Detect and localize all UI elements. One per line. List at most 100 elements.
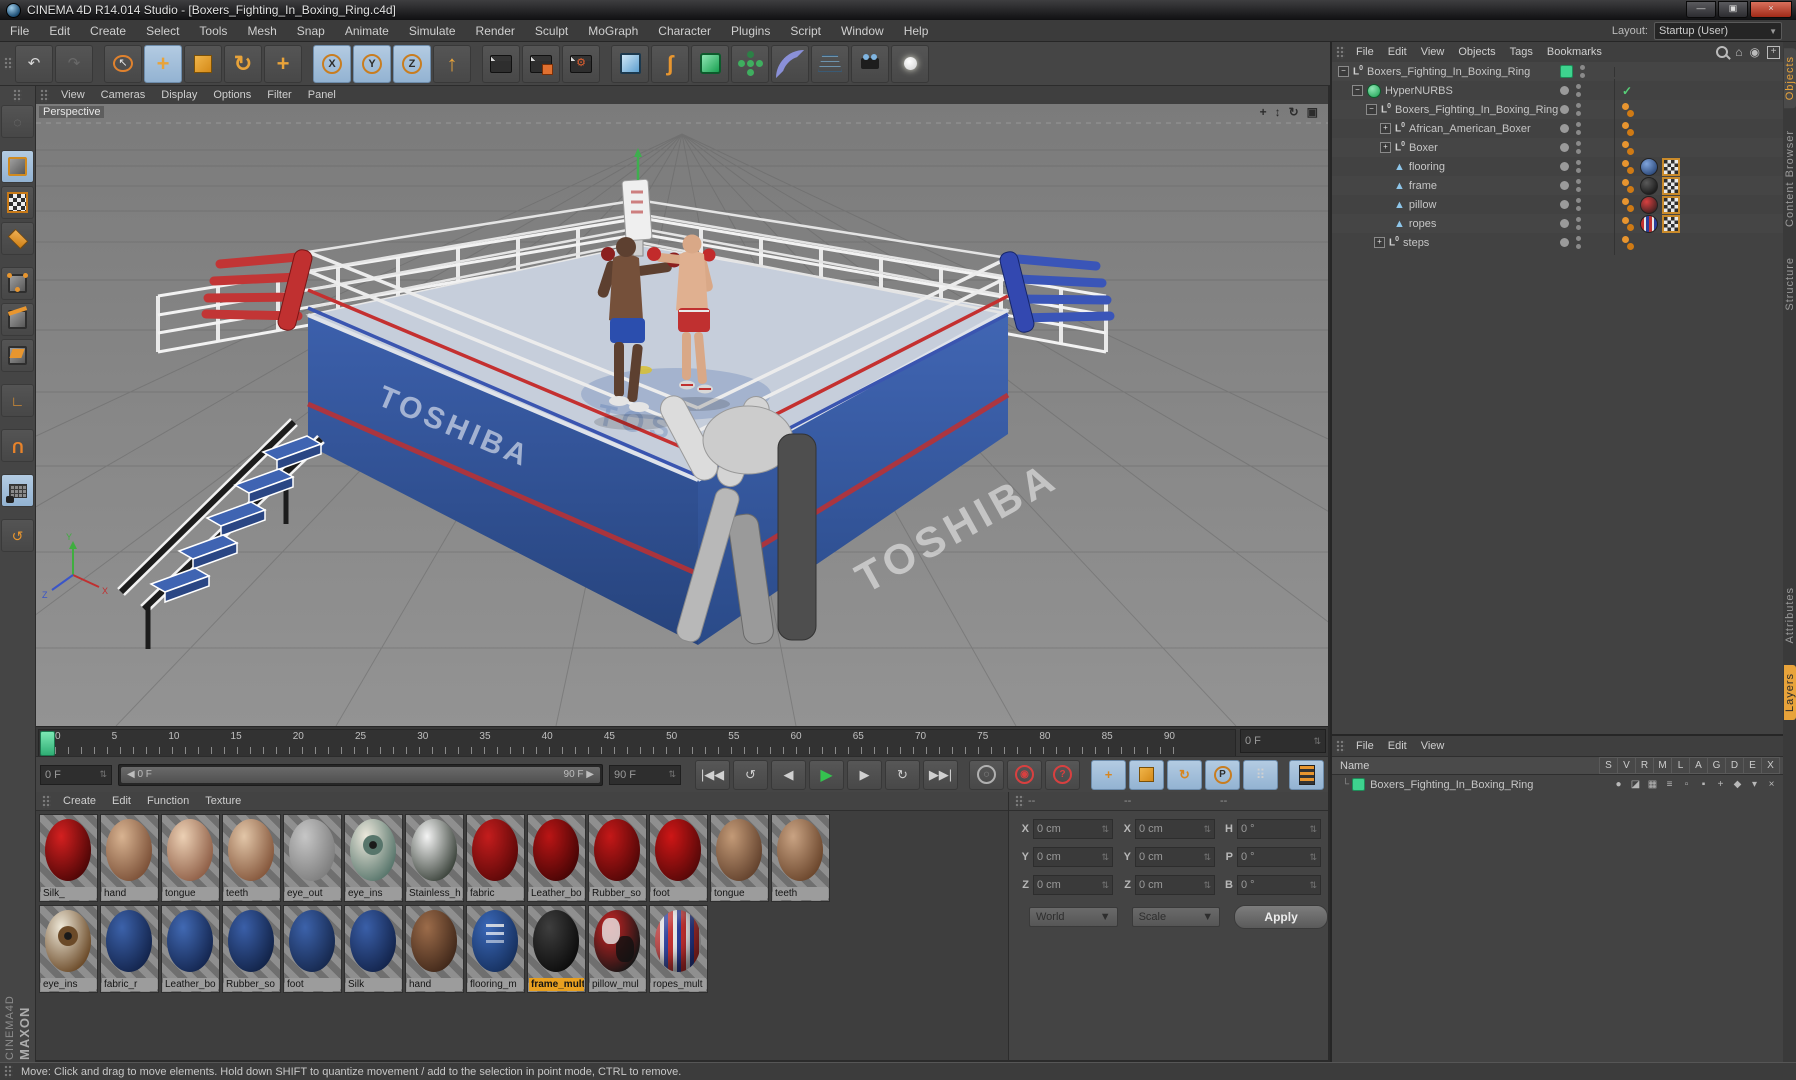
MoGraph[interactable]: MoGraph [578, 20, 648, 42]
column-toggle[interactable]: V [1617, 757, 1636, 774]
spinner-icon[interactable]: ⇅ [1309, 852, 1317, 863]
rotate-tool[interactable]: ↻ [224, 44, 262, 83]
rotation-field[interactable]: 0 ° ⇅ [1237, 819, 1321, 839]
tree-row[interactable]: − L0 Boxers_Fighting_In_Boxing_Ring [1332, 62, 1784, 81]
visibility-dots[interactable] [1576, 236, 1581, 249]
record-pla-toggle[interactable]: ⠿ [1243, 759, 1278, 790]
size-field[interactable]: 0 cm ⇅ [1135, 847, 1215, 867]
material-tile[interactable]: teeth [222, 814, 281, 902]
live-selection-tool[interactable]: ↖ [104, 44, 142, 83]
animation-icon[interactable]: ▪ [1695, 779, 1712, 790]
loop-button[interactable]: ↻ [885, 759, 920, 790]
object-manager-grip[interactable] [1336, 45, 1345, 59]
phong-tag[interactable] [1622, 216, 1629, 224]
search-icon[interactable] [1716, 46, 1729, 58]
Render[interactable]: Render [466, 20, 525, 42]
viewport-zoom-icon[interactable]: ↕ [1275, 105, 1281, 119]
material-grip[interactable] [42, 794, 51, 808]
View[interactable]: View [53, 89, 93, 101]
add-camera-button[interactable] [851, 44, 889, 83]
add-hypernurbs-button[interactable] [691, 44, 729, 83]
rotation-field[interactable]: 0 ° ⇅ [1237, 875, 1321, 895]
z-axis-lock[interactable]: Z [393, 44, 431, 83]
column-toggle[interactable]: D [1725, 757, 1744, 774]
visibility-dots[interactable] [1576, 217, 1581, 230]
solo-icon[interactable]: ● [1610, 779, 1627, 790]
quantize-button[interactable]: ↺ [1, 519, 34, 552]
xref-icon[interactable]: × [1763, 779, 1780, 790]
layer-row[interactable]: └ Boxers_Fighting_In_Boxing_Ring ● ◪ ▦ ≡ ▫ ▪ +… [1332, 775, 1784, 794]
make-editable-button[interactable]: ◌ [1, 105, 34, 138]
generators-icon[interactable]: + [1712, 779, 1729, 790]
Plugins[interactable]: Plugins [721, 20, 780, 42]
visibility-dots[interactable] [1576, 141, 1581, 154]
enable-dot[interactable] [1560, 86, 1569, 95]
coordinate-system-button[interactable]: ↑ [433, 44, 471, 83]
material-tile[interactable]: flooring_m [466, 905, 525, 993]
add-floor-button[interactable] [811, 44, 849, 83]
layer-color-chip[interactable] [1352, 778, 1366, 791]
maximize-button[interactable]: ▣ [1718, 1, 1748, 18]
move-tool[interactable]: + [144, 44, 182, 83]
Bookmarks[interactable]: Bookmarks [1540, 46, 1609, 58]
record-keyframe-button[interactable]: ◉ [1007, 759, 1042, 790]
phong-tag[interactable] [1622, 121, 1629, 129]
edges-mode-button[interactable] [1, 303, 34, 336]
column-toggle[interactable]: X [1761, 757, 1780, 774]
visibility-dots[interactable] [1576, 198, 1581, 211]
viewport-toggle-icon[interactable]: ▣ [1307, 105, 1318, 119]
uvw-tag[interactable] [1662, 176, 1680, 195]
keyframe-selection-button[interactable]: ◌ [969, 759, 1004, 790]
visibility-dots[interactable] [1576, 122, 1581, 135]
viewport-rotate-icon[interactable]: ↻ [1289, 105, 1299, 119]
phong-tag[interactable] [1622, 140, 1629, 148]
enable-dot[interactable] [1560, 181, 1569, 190]
File[interactable]: File [1349, 46, 1381, 58]
spinner-icon[interactable]: ⇅ [1203, 852, 1211, 863]
visibility-dots[interactable] [1576, 179, 1581, 192]
Character[interactable]: Character [648, 20, 721, 42]
enable-dot[interactable] [1560, 162, 1569, 171]
enable-dot[interactable] [1560, 105, 1569, 114]
Edit[interactable]: Edit [39, 20, 80, 42]
Tools[interactable]: Tools [189, 20, 237, 42]
timeline-playhead[interactable] [40, 731, 55, 756]
column-toggle[interactable]: E [1743, 757, 1762, 774]
close-button[interactable]: × [1750, 1, 1792, 18]
material-tile[interactable]: Silk_ [39, 814, 98, 902]
phong-tag[interactable] [1622, 178, 1629, 186]
size-mode-dropdown[interactable]: Scale ▼ [1131, 907, 1221, 927]
material-tile[interactable]: Silk [344, 905, 403, 993]
column-toggle[interactable]: A [1689, 757, 1708, 774]
spinner-icon[interactable]: ⇅ [1101, 824, 1109, 835]
material-tag[interactable] [1640, 157, 1658, 176]
collapse-icon[interactable]: − [1366, 104, 1377, 115]
visibility-dots[interactable] [1576, 160, 1581, 173]
home-icon[interactable]: ⌂ [1735, 45, 1742, 59]
add-cube-button[interactable] [611, 44, 649, 83]
spinner-icon[interactable]: ⇅ [99, 769, 107, 780]
workplane-snap-button[interactable] [1, 474, 34, 507]
timeline-frame-field[interactable]: 0 F ⇅ [1240, 729, 1326, 753]
layer-grip[interactable] [1336, 739, 1345, 753]
Edit[interactable]: Edit [104, 795, 139, 807]
viewport-grip[interactable] [40, 88, 49, 102]
uvw-tag[interactable] [1662, 157, 1680, 176]
palette-grip[interactable] [13, 89, 22, 102]
render-picture-viewer-button[interactable] [522, 44, 560, 83]
Objects[interactable]: Objects [1783, 48, 1796, 109]
Tags[interactable]: Tags [1503, 46, 1540, 58]
undo-button[interactable]: ↶ [15, 44, 53, 83]
manager-icon[interactable]: ≡ [1661, 779, 1678, 790]
autokeying-button[interactable]: ? [1045, 759, 1080, 790]
material-tile[interactable]: hand [405, 905, 464, 993]
layer-color-chip[interactable] [1560, 65, 1573, 78]
visibility-dots[interactable] [1580, 65, 1585, 78]
phong-tag[interactable] [1622, 235, 1629, 243]
size-field[interactable]: 0 cm ⇅ [1135, 819, 1215, 839]
spinner-icon[interactable]: ⇅ [1203, 880, 1211, 891]
lock-icon[interactable]: ▫ [1678, 779, 1695, 790]
Texture[interactable]: Texture [197, 795, 249, 807]
tree-row[interactable]: ▲ frame [1332, 171, 1784, 200]
add-spline-button[interactable]: ʃ [651, 44, 689, 83]
